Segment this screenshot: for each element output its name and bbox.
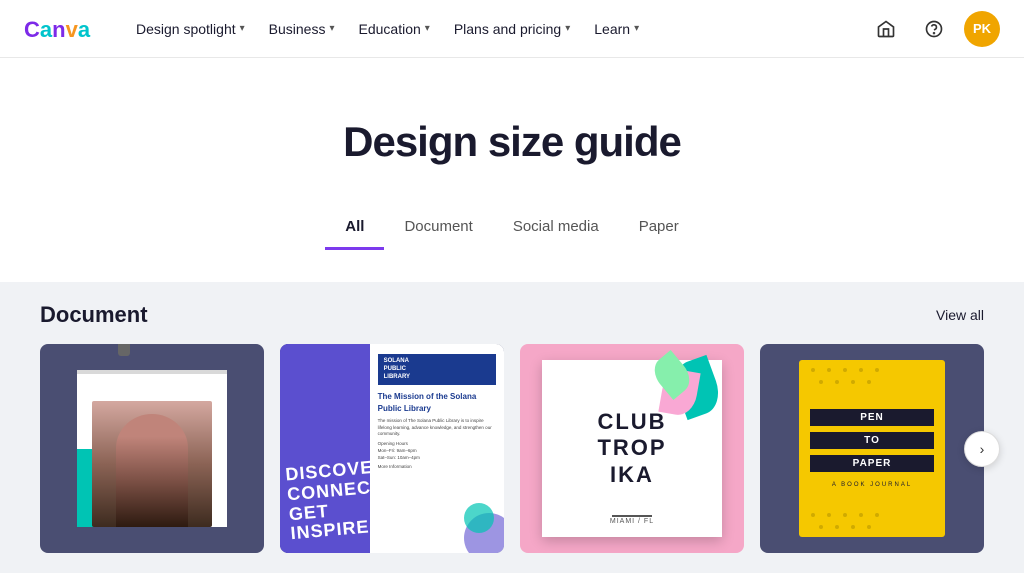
home-button[interactable]: [868, 11, 904, 47]
hero-section: Design size guide: [0, 58, 1024, 206]
discover-text: DISCOVERCONNECTGETINSPIRED: [285, 459, 370, 545]
cards-row: DISCOVERCONNECTGETINSPIRED SOLANAPUBLICL…: [40, 344, 984, 553]
purple-left: DISCOVERCONNECTGETINSPIRED: [280, 344, 374, 553]
photo-block: [92, 401, 212, 527]
to-label: TO: [810, 432, 934, 449]
tabs-container: All Document Social media Paper: [0, 206, 1024, 250]
view-all-link[interactable]: View all: [936, 307, 984, 323]
library-header-text: SOLANAPUBLICLIBRARY: [384, 358, 490, 381]
navbar: Canva Design spotlight ▾ Business ▾ Educ…: [0, 0, 1024, 58]
library-title: The Mission of the Solana Public Library: [378, 391, 496, 413]
nav-links: Design spotlight ▾ Business ▾ Education …: [126, 15, 868, 43]
library-more-info: More Information: [378, 464, 496, 471]
card-portrait[interactable]: [40, 344, 264, 553]
nav-item-business[interactable]: Business ▾: [259, 15, 345, 43]
person-silhouette: [116, 414, 188, 527]
chevron-down-icon: ▾: [425, 23, 430, 34]
paper-label: PAPER: [810, 455, 934, 472]
canva-logo[interactable]: Canva: [24, 15, 94, 43]
library-extra: Opening HoursMon–Fri: 9am–6pmSat–Sun: 10…: [378, 441, 496, 461]
library-body: The mission of The Solana Public Library…: [378, 418, 496, 438]
chevron-down-icon: ▾: [565, 23, 570, 34]
card-club-tropika[interactable]: CLUBTROPIKA MIAMI / FL: [520, 344, 744, 553]
nav-item-education[interactable]: Education ▾: [349, 15, 440, 43]
card-inner: [77, 370, 227, 527]
nav-item-learn[interactable]: Learn ▾: [584, 15, 649, 43]
chevron-down-icon: ▾: [329, 23, 334, 34]
binder-clip: [118, 344, 130, 356]
clip-shadow: [77, 370, 227, 374]
avatar-initials: PK: [973, 21, 991, 36]
nav-label-education: Education: [359, 21, 421, 37]
chevron-down-icon: ▾: [634, 23, 639, 34]
document-section: Document View all DISCOVERCONNECTGETINSP…: [0, 282, 1024, 573]
book-journal-subtitle: A BOOK JOURNAL: [832, 482, 912, 488]
tab-all[interactable]: All: [325, 206, 384, 250]
nav-label-business: Business: [269, 21, 326, 37]
tab-document[interactable]: Document: [384, 206, 492, 250]
pen-label: PEN: [810, 409, 934, 426]
nav-item-design-spotlight[interactable]: Design spotlight ▾: [126, 15, 255, 43]
card-library[interactable]: DISCOVERCONNECTGETINSPIRED SOLANAPUBLICL…: [280, 344, 504, 553]
tropika-inner: CLUBTROPIKA MIAMI / FL: [542, 360, 721, 538]
page-title: Design size guide: [24, 118, 1000, 166]
nav-right: PK: [868, 11, 1000, 47]
svg-text:Canva: Canva: [24, 17, 91, 42]
avatar[interactable]: PK: [964, 11, 1000, 47]
nav-label-learn: Learn: [594, 21, 630, 37]
card-pen-to-paper[interactable]: PEN TO PAPER A BOOK JOURNAL: [760, 344, 984, 553]
nav-label-plans-pricing: Plans and pricing: [454, 21, 561, 37]
help-button[interactable]: [916, 11, 952, 47]
tab-social-media[interactable]: Social media: [493, 206, 619, 250]
tropika-text: CLUBTROPIKA: [597, 409, 666, 488]
tropika-line: [612, 515, 652, 517]
nav-item-plans-pricing[interactable]: Plans and pricing ▾: [444, 15, 580, 43]
nav-label-design-spotlight: Design spotlight: [136, 21, 236, 37]
tropika-location: MIAMI / FL: [542, 518, 721, 525]
section-header: Document View all: [40, 282, 984, 344]
section-title: Document: [40, 302, 148, 328]
next-arrow-button[interactable]: ›: [964, 431, 1000, 467]
chevron-down-icon: ▾: [240, 23, 245, 34]
circle-decoration-2: [464, 503, 494, 533]
library-header: SOLANAPUBLICLIBRARY: [378, 354, 496, 385]
next-arrow-icon: ›: [980, 441, 985, 457]
yellow-book: PEN TO PAPER A BOOK JOURNAL: [799, 360, 945, 538]
tab-paper[interactable]: Paper: [619, 206, 699, 250]
